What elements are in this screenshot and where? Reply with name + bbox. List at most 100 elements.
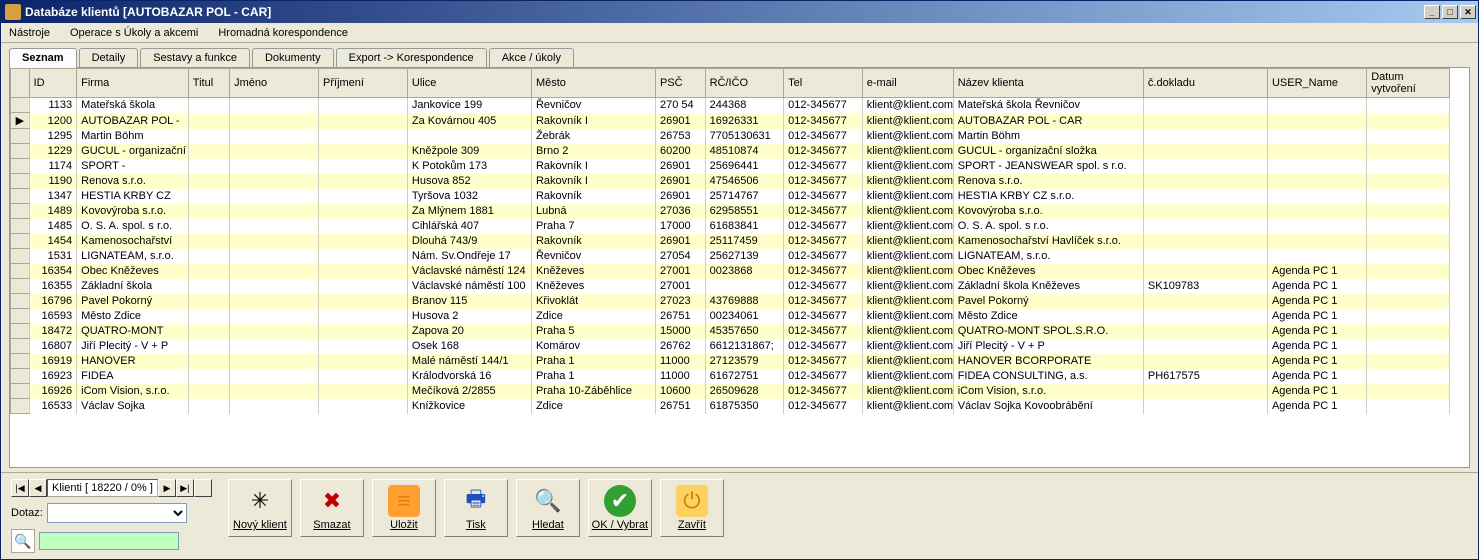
cell[interactable]: 61672751 bbox=[705, 369, 784, 384]
cell[interactable]: 10600 bbox=[656, 384, 706, 399]
cell[interactable]: 16355 bbox=[29, 279, 77, 294]
cell[interactable]: Václavské náměstí 100 bbox=[407, 279, 531, 294]
cell[interactable] bbox=[188, 174, 229, 189]
cell[interactable]: 012-345677 bbox=[784, 113, 863, 129]
toolbar-button-zav-t[interactable]: ⏻Zavřít bbox=[660, 479, 724, 537]
cell[interactable]: 270 54 bbox=[656, 98, 706, 113]
cell[interactable]: Kamenosochařství Havlíček s.r.o. bbox=[953, 234, 1143, 249]
cell[interactable]: 47546506 bbox=[705, 174, 784, 189]
cell[interactable]: Za Kovárnou 405 bbox=[407, 113, 531, 129]
cell[interactable] bbox=[1267, 189, 1366, 204]
cell[interactable] bbox=[319, 294, 408, 309]
cell[interactable]: Václavské náměstí 124 bbox=[407, 264, 531, 279]
cell[interactable] bbox=[1367, 234, 1450, 249]
toolbar-button-nov-klient[interactable]: ✳Nový klient bbox=[228, 479, 292, 537]
cell[interactable]: 1133 bbox=[29, 98, 77, 113]
cell[interactable]: Město Zdice bbox=[953, 309, 1143, 324]
cell[interactable]: QUATRO-MONT bbox=[77, 324, 189, 339]
cell[interactable]: LIGNATEAM, s.r.o. bbox=[77, 249, 189, 264]
cell[interactable]: klient@klient.com bbox=[862, 129, 953, 144]
cell[interactable]: 012-345677 bbox=[784, 159, 863, 174]
cell[interactable]: 16807 bbox=[29, 339, 77, 354]
cell[interactable]: 25117459 bbox=[705, 234, 784, 249]
cell[interactable] bbox=[1267, 144, 1366, 159]
cell[interactable]: klient@klient.com bbox=[862, 264, 953, 279]
cell[interactable]: klient@klient.com bbox=[862, 369, 953, 384]
cell[interactable] bbox=[188, 159, 229, 174]
cell[interactable]: Zdice bbox=[531, 399, 655, 414]
cell[interactable]: 26901 bbox=[656, 113, 706, 129]
col-header-0[interactable]: ID bbox=[29, 69, 77, 98]
cell[interactable]: AUTOBAZAR POL - bbox=[77, 113, 189, 129]
toolbar-button-tisk[interactable]: 🖶Tisk bbox=[444, 479, 508, 537]
cell[interactable] bbox=[230, 264, 319, 279]
cell[interactable]: 1295 bbox=[29, 129, 77, 144]
cell[interactable]: klient@klient.com bbox=[862, 399, 953, 414]
cell[interactable] bbox=[1367, 174, 1450, 189]
cell[interactable]: Agenda PC 1 bbox=[1267, 309, 1366, 324]
cell[interactable]: 012-345677 bbox=[784, 174, 863, 189]
cell[interactable] bbox=[1143, 384, 1267, 399]
col-header-12[interactable]: č.dokladu bbox=[1143, 69, 1267, 98]
cell[interactable]: Agenda PC 1 bbox=[1267, 399, 1366, 414]
cell[interactable]: SK109783 bbox=[1143, 279, 1267, 294]
cell[interactable]: 26762 bbox=[656, 339, 706, 354]
cell[interactable]: iCom Vision, s.r.o. bbox=[953, 384, 1143, 399]
cell[interactable] bbox=[188, 219, 229, 234]
cell[interactable] bbox=[1267, 219, 1366, 234]
cell[interactable] bbox=[1367, 189, 1450, 204]
nav-next-button[interactable]: ▶ bbox=[158, 479, 176, 497]
cell[interactable] bbox=[188, 369, 229, 384]
table-row[interactable]: 16796Pavel PokornýBranov 115Křivoklát270… bbox=[11, 294, 1450, 309]
cell[interactable]: Žebrák bbox=[531, 129, 655, 144]
cell[interactable]: Zapova 20 bbox=[407, 324, 531, 339]
cell[interactable]: Řevničov bbox=[531, 98, 655, 113]
cell[interactable] bbox=[319, 339, 408, 354]
cell[interactable] bbox=[1267, 174, 1366, 189]
cell[interactable]: Rakovník I bbox=[531, 174, 655, 189]
cell[interactable]: 012-345677 bbox=[784, 204, 863, 219]
cell[interactable]: Rakovník I bbox=[531, 113, 655, 129]
cell[interactable]: Husova 852 bbox=[407, 174, 531, 189]
cell[interactable]: 012-345677 bbox=[784, 189, 863, 204]
cell[interactable] bbox=[319, 264, 408, 279]
cell[interactable]: Tyršova 1032 bbox=[407, 189, 531, 204]
cell[interactable]: 60200 bbox=[656, 144, 706, 159]
cell[interactable] bbox=[1143, 399, 1267, 414]
cell[interactable] bbox=[1367, 264, 1450, 279]
cell[interactable] bbox=[1143, 144, 1267, 159]
cell[interactable]: Václav Sojka Kovoobrábění bbox=[953, 399, 1143, 414]
cell[interactable]: Agenda PC 1 bbox=[1267, 264, 1366, 279]
table-row[interactable]: 16354Obec KněževesVáclavské náměstí 124K… bbox=[11, 264, 1450, 279]
cell[interactable]: Praha 7 bbox=[531, 219, 655, 234]
cell[interactable]: AUTOBAZAR POL - CAR bbox=[953, 113, 1143, 129]
cell[interactable]: 27054 bbox=[656, 249, 706, 264]
cell[interactable]: 26901 bbox=[656, 174, 706, 189]
maximize-button[interactable]: □ bbox=[1442, 5, 1458, 19]
cell[interactable] bbox=[188, 324, 229, 339]
cell[interactable] bbox=[319, 113, 408, 129]
cell[interactable] bbox=[230, 354, 319, 369]
cell[interactable]: 012-345677 bbox=[784, 219, 863, 234]
cell[interactable]: 1485 bbox=[29, 219, 77, 234]
cell[interactable]: 012-345677 bbox=[784, 384, 863, 399]
table-row[interactable]: 16926iCom Vision, s.r.o.Mečíková 2/2855P… bbox=[11, 384, 1450, 399]
table-row[interactable]: 16919HANOVERMalé náměstí 144/1Praha 1110… bbox=[11, 354, 1450, 369]
col-header-3[interactable]: Jméno bbox=[230, 69, 319, 98]
tab-2[interactable]: Sestavy a funkce bbox=[140, 48, 250, 67]
cell[interactable]: Kněževes bbox=[531, 264, 655, 279]
cell[interactable]: 27123579 bbox=[705, 354, 784, 369]
tab-1[interactable]: Detaily bbox=[79, 48, 139, 67]
cell[interactable]: 012-345677 bbox=[784, 264, 863, 279]
cell[interactable]: klient@klient.com bbox=[862, 279, 953, 294]
cell[interactable] bbox=[230, 113, 319, 129]
cell[interactable] bbox=[188, 399, 229, 414]
cell[interactable] bbox=[230, 369, 319, 384]
cell[interactable]: Osek 168 bbox=[407, 339, 531, 354]
cell[interactable]: 16354 bbox=[29, 264, 77, 279]
cell[interactable] bbox=[1367, 159, 1450, 174]
cell[interactable]: GUCUL - organizační bbox=[77, 144, 189, 159]
cell[interactable] bbox=[319, 219, 408, 234]
tab-0[interactable]: Seznam bbox=[9, 48, 77, 68]
cell[interactable]: klient@klient.com bbox=[862, 309, 953, 324]
